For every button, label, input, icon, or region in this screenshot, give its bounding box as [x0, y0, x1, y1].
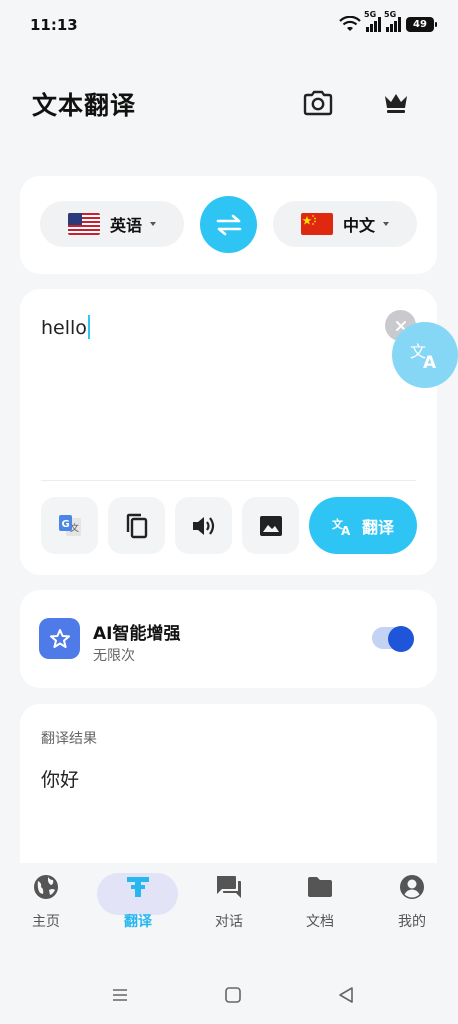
us-flag-icon: [67, 213, 100, 235]
signal-icon-2: 5G: [384, 10, 401, 32]
image-button[interactable]: [242, 497, 299, 554]
floating-translate-button[interactable]: 文 A: [392, 322, 458, 388]
signal-tag: 5G: [384, 10, 397, 19]
input-card: hello 文 G 文 A 翻译: [20, 289, 437, 575]
globe-icon: [34, 875, 58, 899]
page-title: 文本翻译: [32, 91, 137, 120]
text-cursor: [87, 315, 90, 339]
nav-translate[interactable]: 翻译: [96, 873, 180, 931]
copy-button[interactable]: [108, 497, 165, 554]
nav-label: 主页: [32, 914, 60, 930]
google-translate-button[interactable]: 文 G: [41, 497, 98, 554]
cn-flag-icon: [300, 213, 333, 235]
floating-translate-icon: 文 A: [410, 342, 437, 370]
nav-chat[interactable]: 对话: [187, 873, 271, 931]
home-icon[interactable]: [222, 984, 244, 1006]
wifi-icon: [339, 16, 361, 31]
camera-icon[interactable]: [301, 86, 335, 120]
target-language-button[interactable]: 中文: [273, 201, 417, 247]
svg-text:A: A: [423, 353, 437, 370]
target-language-label: 中文: [342, 216, 375, 235]
folder-icon: [308, 877, 332, 897]
ai-enhance-subtitle: 无限次: [93, 648, 135, 664]
ai-enhance-title: AI智能增强: [93, 624, 181, 644]
nav-label: 翻译: [124, 914, 152, 930]
swap-arrows-icon: [216, 214, 241, 235]
divider: [41, 480, 416, 481]
battery-level: 49: [413, 18, 427, 30]
signal-tag: 5G: [364, 10, 377, 19]
language-selector-card: 英语 中文: [20, 176, 437, 274]
battery-icon: 49: [406, 16, 437, 32]
nav-label: 我的: [398, 914, 426, 930]
svg-text:A: A: [341, 524, 351, 536]
nav-home[interactable]: 主页: [4, 873, 88, 931]
back-icon[interactable]: [335, 984, 357, 1006]
chat-icon: [217, 876, 241, 898]
status-time: 11:13: [30, 16, 78, 34]
speaker-icon: [192, 516, 214, 535]
chevron-down-icon: [150, 222, 156, 226]
system-nav-bar: [0, 970, 458, 1020]
translate-button[interactable]: 文 A 翻译: [309, 497, 417, 554]
app-screen: 11:13 5G 5G 49 文本翻译 英语 中文 hello 文 G 文 A …: [0, 0, 458, 1024]
translate-t-icon: [127, 877, 149, 897]
toggle-knob[interactable]: [388, 626, 414, 652]
translate-icon: 文 A: [332, 517, 351, 536]
source-text-input[interactable]: hello: [41, 315, 90, 339]
nav-profile[interactable]: 我的: [370, 873, 454, 931]
star-icon: [39, 618, 80, 659]
source-language-label: 英语: [109, 216, 142, 235]
status-icons: 5G 5G 49: [339, 10, 437, 32]
ai-enhance-card: AI智能增强 无限次: [20, 590, 437, 688]
bottom-nav: 主页 翻译 对话 文档 我的: [0, 863, 458, 955]
profile-icon: [400, 875, 424, 899]
chevron-down-icon: [383, 222, 389, 226]
result-label: 翻译结果: [41, 731, 97, 747]
crown-icon[interactable]: [379, 86, 413, 120]
swap-languages-button[interactable]: [200, 196, 257, 253]
nav-label: 对话: [215, 914, 243, 930]
google-translate-icon: 文 G: [58, 514, 81, 536]
menu-icon[interactable]: [109, 984, 131, 1006]
copy-icon: [126, 513, 147, 538]
svg-text:G: G: [61, 519, 69, 530]
nav-label: 文档: [306, 914, 334, 930]
translate-button-label: 翻译: [361, 517, 394, 537]
image-icon: [259, 515, 282, 536]
nav-documents[interactable]: 文档: [278, 873, 362, 931]
result-text: 你好: [41, 769, 80, 791]
status-bar: 11:13 5G 5G 49: [0, 0, 458, 52]
source-text-value: hello: [41, 317, 87, 339]
source-language-button[interactable]: 英语: [40, 201, 184, 247]
speak-button[interactable]: [175, 497, 232, 554]
signal-icon-1: 5G: [364, 10, 381, 32]
